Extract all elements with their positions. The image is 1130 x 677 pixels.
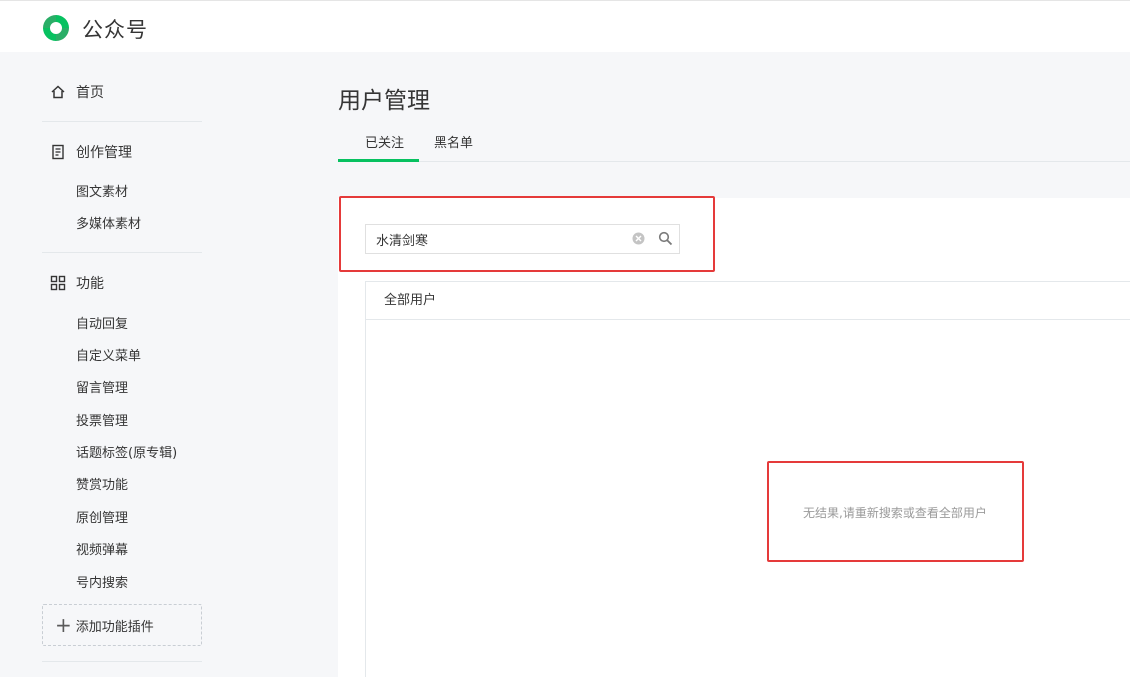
sidebar-item-votes[interactable]: 投票管理 bbox=[76, 410, 128, 429]
add-plugin-button[interactable]: + 添加功能插件 bbox=[42, 604, 202, 646]
sidebar-item-media-material[interactable]: 多媒体素材 bbox=[76, 213, 141, 232]
sidebar-item-label: 功能 bbox=[76, 276, 104, 292]
sidebar-item-rewards[interactable]: 赞赏功能 bbox=[76, 474, 128, 493]
search-highlight-box bbox=[339, 196, 715, 272]
sidebar-item-original[interactable]: 原创管理 bbox=[76, 507, 128, 526]
sidebar-divider bbox=[42, 121, 202, 122]
sidebar-item-comments[interactable]: 留言管理 bbox=[76, 377, 128, 396]
plus-icon: + bbox=[55, 613, 72, 637]
document-icon bbox=[52, 144, 64, 160]
top-bar: 公众号 bbox=[0, 0, 1130, 52]
sidebar: 首页 创作管理 图文素材 多媒体素材 功能 自动回复 自定义菜单 留言管理 投票… bbox=[0, 52, 250, 677]
brand-title[interactable]: 公众号 bbox=[82, 14, 148, 44]
tab-bar: 已关注 黑名单 bbox=[338, 124, 1130, 162]
main-content: 用户管理 已关注 黑名单 全部用户 无结果,请重新搜索或查看全部用户 bbox=[338, 52, 1130, 677]
sidebar-item-home[interactable]: 首页 bbox=[50, 82, 104, 102]
sidebar-item-in-account-search[interactable]: 号内搜索 bbox=[76, 572, 128, 591]
sidebar-item-auto-reply[interactable]: 自动回复 bbox=[76, 313, 128, 332]
sidebar-item-article-material[interactable]: 图文素材 bbox=[76, 181, 128, 200]
tab-followed[interactable]: 已关注 bbox=[365, 132, 404, 151]
home-icon bbox=[51, 85, 65, 99]
sidebar-item-topic-tags[interactable]: 话题标签(原专辑) bbox=[76, 442, 177, 461]
list-header: 全部用户 bbox=[366, 282, 1130, 320]
sidebar-divider bbox=[42, 661, 202, 662]
sidebar-item-features[interactable]: 功能 bbox=[50, 273, 104, 293]
tab-blacklist[interactable]: 黑名单 bbox=[434, 132, 473, 151]
add-plugin-label: 添加功能插件 bbox=[75, 619, 154, 635]
sidebar-item-label: 创作管理 bbox=[76, 145, 132, 161]
sidebar-item-creation[interactable]: 创作管理 bbox=[50, 142, 132, 162]
sidebar-item-custom-menu[interactable]: 自定义菜单 bbox=[76, 345, 141, 364]
sidebar-item-video-danmaku[interactable]: 视频弹幕 bbox=[76, 539, 128, 558]
logo-icon[interactable] bbox=[40, 12, 72, 44]
page-title: 用户管理 bbox=[338, 88, 430, 114]
sidebar-divider bbox=[42, 252, 202, 253]
empty-message-highlight-box bbox=[767, 461, 1024, 562]
active-tab-indicator bbox=[338, 159, 419, 162]
sidebar-item-label: 首页 bbox=[76, 85, 104, 101]
grid-icon bbox=[50, 275, 66, 291]
